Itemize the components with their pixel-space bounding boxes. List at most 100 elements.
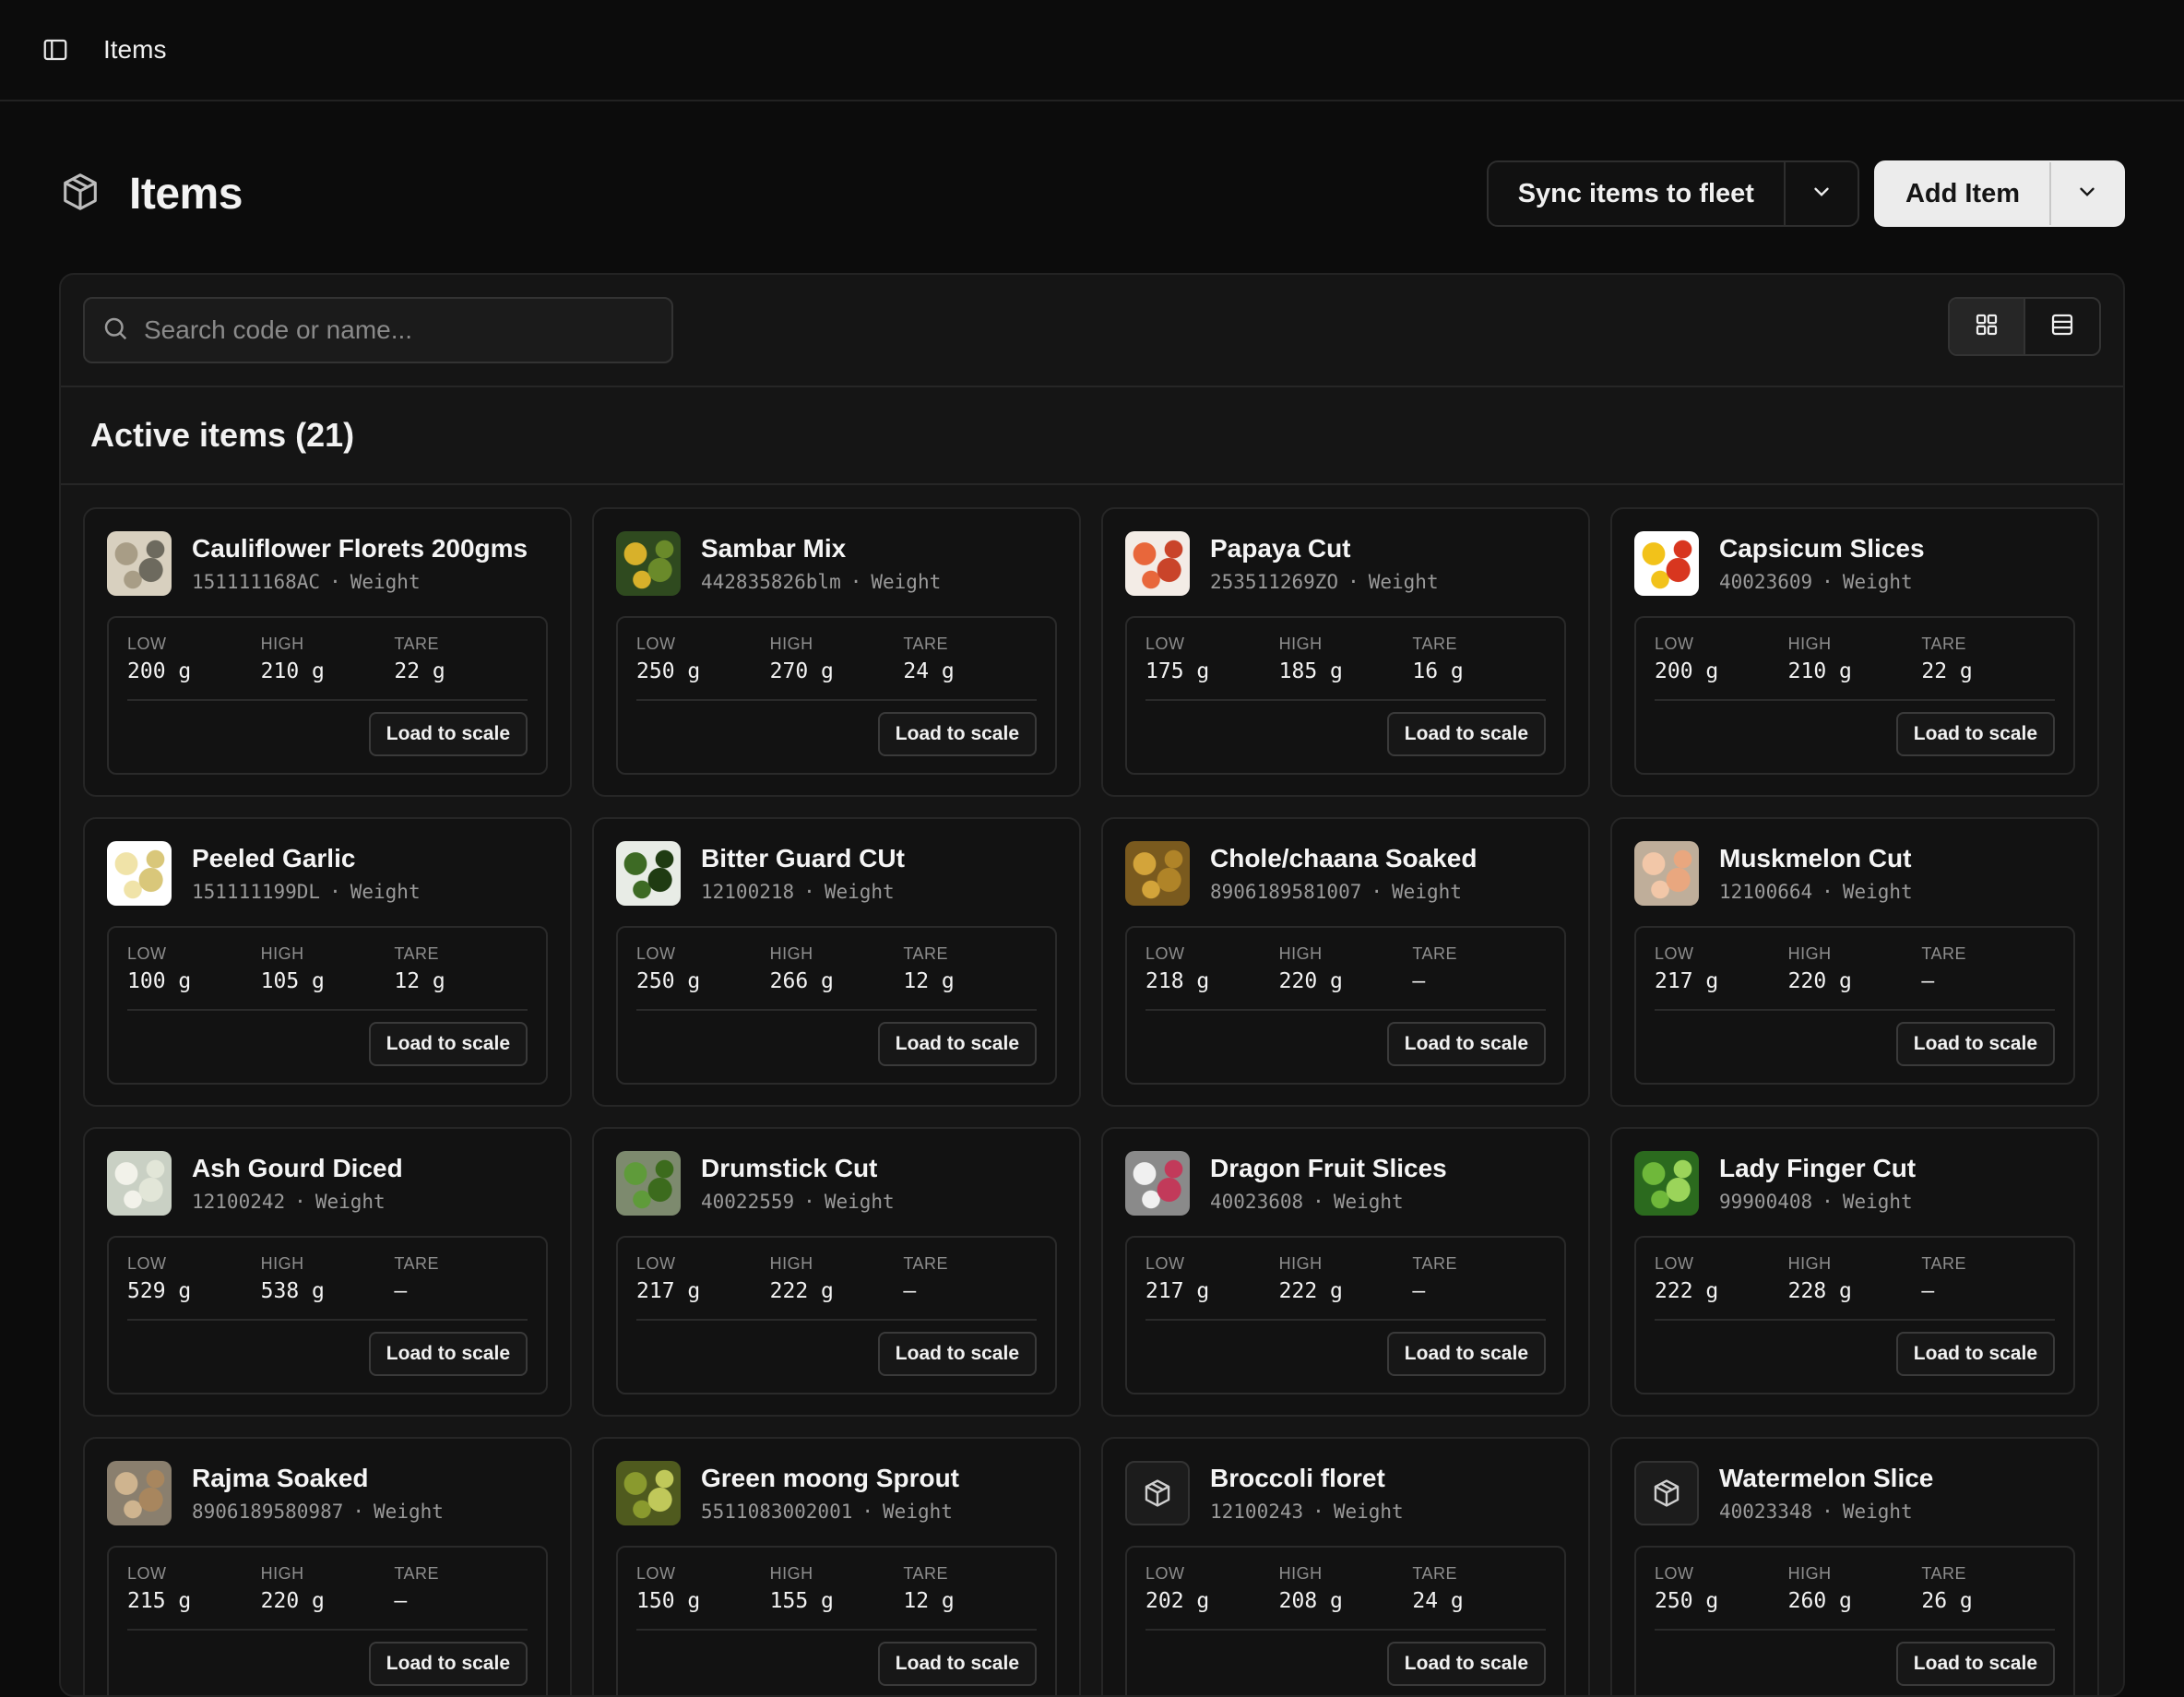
tare-value: 12 g [394,969,445,993]
item-card[interactable]: Papaya Cut 253511269ZO · Weight LOW 175 g H… [1101,507,1590,797]
high-value: 220 g [260,1589,325,1613]
high-label: HIGH [769,944,813,963]
item-code: 99900408 [1719,1191,1813,1213]
item-stats: LOW 215 g HIGH 220 g TARE — Load to scale [107,1546,548,1695]
item-thumbnail [616,531,681,596]
load-to-scale-button[interactable]: Load to scale [1386,712,1546,756]
grid-view-button[interactable] [1950,299,2024,354]
item-card[interactable]: Lady Finger Cut 99900408 · Weight LOW 222 g… [1610,1127,2099,1417]
item-name: Bitter Guard CUt [701,844,905,872]
sidebar-toggle-icon[interactable] [41,35,70,65]
item-type: Weight [1842,1191,1913,1213]
tare-label: TARE [394,944,440,963]
item-type: Weight [1842,571,1913,593]
item-name: Watermelon Slice [1719,1464,1934,1492]
load-to-scale-button[interactable]: Load to scale [1895,1022,2055,1066]
item-card[interactable]: Muskmelon Cut 12100664 · Weight LOW 217 g H… [1610,817,2099,1107]
item-card[interactable]: Dragon Fruit Slices 40023608 · Weight LOW 2… [1101,1127,1590,1417]
add-options-button[interactable] [2049,162,2123,225]
low-value: 250 g [636,659,701,683]
item-card[interactable]: Rajma Soaked 8906189580987 · Weight LOW 215… [83,1437,572,1695]
load-to-scale-button[interactable]: Load to scale [877,1022,1037,1066]
item-type: Weight [1842,1501,1913,1523]
load-to-scale-button[interactable]: Load to scale [1386,1022,1546,1066]
sync-options-button[interactable] [1783,162,1858,225]
item-subtitle: 12100218 · Weight [701,881,895,903]
item-card[interactable]: Peeled Garlic 151111199DL · Weight LOW 100 … [83,817,572,1107]
item-thumbnail [107,531,172,596]
high-label: HIGH [769,635,813,653]
load-to-scale-button[interactable]: Load to scale [877,1642,1037,1686]
load-to-scale-button[interactable]: Load to scale [368,712,528,756]
sync-items-button[interactable]: Sync items to fleet [1489,162,1784,225]
load-to-scale-button[interactable]: Load to scale [368,1642,528,1686]
high-label: HIGH [769,1564,813,1583]
item-card[interactable]: Drumstick Cut 40022559 · Weight LOW 217 g H… [592,1127,1081,1417]
low-value: 218 g [1145,969,1210,993]
high-value: 228 g [1787,1279,1852,1303]
item-type: Weight [315,1191,386,1213]
item-subtitle: 151111168AC · Weight [192,571,421,593]
high-label: HIGH [1787,1254,1832,1273]
item-card[interactable]: Capsicum Slices 40023609 · Weight LOW 200 g… [1610,507,2099,797]
tare-label: TARE [903,944,949,963]
tare-value: — [394,1589,408,1613]
search-box [83,297,673,363]
load-to-scale-button[interactable]: Load to scale [1386,1332,1546,1376]
item-card[interactable]: Chole/chaana Soaked 8906189581007 · Weight… [1101,817,1590,1107]
tare-value: — [1921,1279,1935,1303]
item-card[interactable]: Cauliflower Florets 200gms 151111168AC · W… [83,507,572,797]
load-to-scale-button[interactable]: Load to scale [368,1022,528,1066]
items-panel: Active items (21) Cauliflower Florets 20… [59,273,2125,1697]
load-to-scale-button[interactable]: Load to scale [1386,1642,1546,1686]
tare-label: TARE [394,1564,440,1583]
high-label: HIGH [260,1254,304,1273]
list-icon [2048,311,2076,343]
load-to-scale-button[interactable]: Load to scale [1895,1332,2055,1376]
high-value: 260 g [1787,1589,1852,1613]
low-label: LOW [1655,635,1694,653]
search-icon [101,314,129,347]
low-value: 250 g [1655,1589,1719,1613]
load-to-scale-button[interactable]: Load to scale [877,1332,1037,1376]
tare-value: — [1412,969,1426,993]
item-name: Rajma Soaked [192,1464,369,1492]
tare-value: — [1412,1279,1426,1303]
item-stats: LOW 217 g HIGH 222 g TARE — Load to scale [1125,1236,1566,1394]
item-code: 12100218 [701,881,795,903]
item-card[interactable]: Sambar Mix 442835826blm · Weight LOW 250 g … [592,507,1081,797]
breadcrumb-items[interactable]: Items [103,35,166,65]
item-card[interactable]: Watermelon Slice 40023348 · Weight LOW 250 … [1610,1437,2099,1695]
load-to-scale-button[interactable]: Load to scale [1895,712,2055,756]
high-label: HIGH [260,944,304,963]
tare-label: TARE [1921,1564,1967,1583]
item-stats: LOW 217 g HIGH 222 g TARE — Load to scale [616,1236,1057,1394]
item-code: 40022559 [701,1191,795,1213]
item-card[interactable]: Broccoli floret 12100243 · Weight LOW 202 g… [1101,1437,1590,1695]
item-card[interactable]: Ash Gourd Diced 12100242 · Weight LOW 529 g… [83,1127,572,1417]
package-icon [59,171,101,218]
high-value: 185 g [1278,659,1343,683]
item-stats: LOW 150 g HIGH 155 g TARE 12 g Load to scal… [616,1546,1057,1695]
tare-label: TARE [1412,1254,1458,1273]
item-card[interactable]: Bitter Guard CUt 12100218 · Weight LOW 250 … [592,817,1081,1107]
high-label: HIGH [1787,635,1832,653]
search-input[interactable] [144,315,642,345]
load-to-scale-button[interactable]: Load to scale [877,712,1037,756]
tare-label: TARE [394,635,440,653]
add-split-button: Add Item [1873,160,2125,227]
item-subtitle: 442835826blm · Weight [701,571,942,593]
low-label: LOW [1145,1254,1185,1273]
item-type: Weight [1333,1501,1404,1523]
add-item-button[interactable]: Add Item [1876,162,2049,225]
item-card[interactable]: Green moong Sprout 5511083002001 · Weight … [592,1437,1081,1695]
item-name: Peeled Garlic [192,844,356,872]
list-view-button[interactable] [2024,299,2099,354]
load-to-scale-button[interactable]: Load to scale [368,1332,528,1376]
item-type: Weight [1368,571,1439,593]
item-type: Weight [824,881,895,903]
item-type: Weight [350,881,421,903]
item-name: Ash Gourd Diced [192,1154,403,1182]
item-subtitle: 12100243 · Weight [1210,1501,1404,1523]
load-to-scale-button[interactable]: Load to scale [1895,1642,2055,1686]
